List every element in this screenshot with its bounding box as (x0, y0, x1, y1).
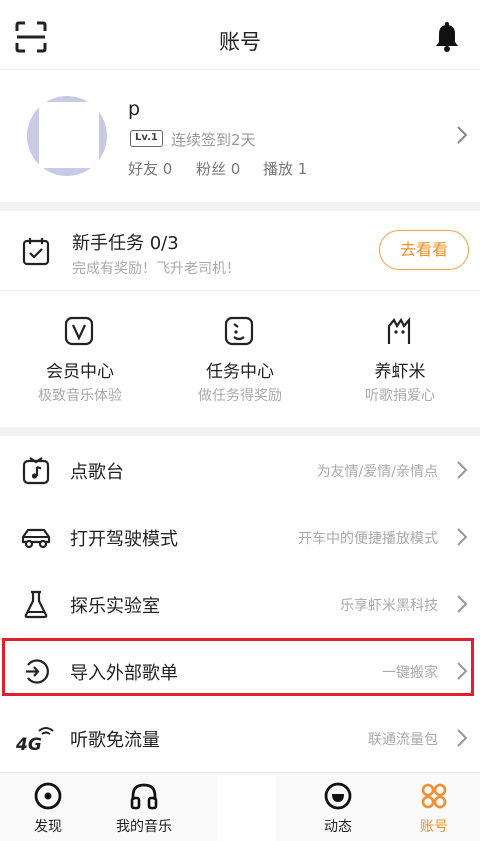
shortcut-subtitle: 做任务得奖励 (198, 388, 282, 404)
task-subtitle: 完成有奖励！飞升老司机！ (72, 261, 240, 277)
username: p (128, 98, 141, 120)
list-item-hint: 开车中的便捷播放模式 (298, 531, 438, 547)
smile-icon (324, 782, 352, 810)
shortcut-title: 任务中心 (206, 362, 274, 382)
tab-label: 我的音乐 (116, 819, 172, 835)
view-task-button[interactable]: 去看看 (379, 230, 469, 270)
list-item-title: 探乐实验室 (70, 596, 160, 617)
tab-feed[interactable]: 动态 (290, 778, 386, 838)
list-item-driving-mode[interactable]: 打开驾驶模式 开车中的便捷播放模式 (0, 503, 480, 570)
grid-icon (421, 783, 447, 809)
shortcut-vip-center[interactable]: 会员中心 极致音乐体验 (0, 300, 160, 410)
shortcut-subtitle: 听歌捐爱心 (365, 388, 435, 404)
svg-text:4G: 4G (16, 735, 42, 754)
level-badge: Lv.1 (130, 130, 163, 147)
avatar[interactable] (27, 96, 107, 176)
list-item-title: 听歌免流量 (70, 730, 160, 751)
shortcut-title: 会员中心 (46, 362, 114, 382)
center-play-button[interactable] (218, 776, 276, 841)
highlight-box (2, 638, 474, 696)
shortcut-task-center[interactable]: 任务中心 做任务得奖励 (160, 300, 320, 410)
friends-count[interactable]: 好友 0 (128, 158, 172, 179)
disc-icon (34, 782, 62, 810)
4g-icon: 4G (16, 727, 54, 754)
calendar-check-icon (22, 238, 50, 266)
signin-streak: 连续签到2天 (171, 131, 256, 149)
fans-count[interactable]: 粉丝 0 (196, 158, 240, 179)
tab-label: 动态 (324, 819, 352, 835)
section-divider (0, 427, 480, 436)
flask-icon (24, 590, 48, 619)
task-title: 新手任务 0/3 (72, 233, 179, 254)
tab-my-music[interactable]: 我的音乐 (96, 778, 192, 838)
list-item-free-data[interactable]: 4G 听歌免流量 联通流量包 (0, 704, 480, 771)
section-divider (0, 202, 480, 211)
tab-label: 发现 (34, 819, 62, 835)
bell-icon[interactable] (430, 20, 464, 54)
car-icon (21, 528, 51, 549)
chevron-right-icon (457, 126, 468, 144)
vip-v-icon (64, 316, 94, 346)
tab-label: 账号 (420, 819, 448, 835)
headphones-icon (130, 783, 158, 810)
list-item-hint: 乐享虾米黑科技 (340, 598, 438, 614)
shortcut-title: 养虾米 (374, 362, 426, 382)
shrimp-icon (387, 316, 411, 344)
list-item-song-request[interactable]: 点歌台 为友情/爱情/亲情点 (0, 436, 480, 503)
list-item-title: 点歌台 (70, 462, 124, 483)
shortcut-raise-shrimp[interactable]: 养虾米 听歌捐爱心 (320, 300, 480, 410)
list-item-hint: 联通流量包 (368, 732, 438, 748)
tab-discover[interactable]: 发现 (0, 778, 96, 838)
tab-account[interactable]: 账号 (386, 778, 480, 838)
chevron-right-icon (457, 595, 468, 613)
shortcut-subtitle: 极致音乐体验 (38, 388, 122, 404)
list-item-title: 打开驾驶模式 (70, 529, 178, 550)
page-title: 账号 (219, 30, 261, 54)
chevron-right-icon (457, 528, 468, 546)
list-item-music-lab[interactable]: 探乐实验室 乐享虾米黑科技 (0, 570, 480, 637)
chevron-right-icon (457, 461, 468, 479)
task-face-icon (224, 316, 254, 346)
plays-count[interactable]: 播放 1 (263, 158, 307, 179)
list-item-hint: 为友情/爱情/亲情点 (316, 464, 438, 480)
chevron-right-icon (457, 729, 468, 747)
song-request-icon (22, 457, 50, 485)
